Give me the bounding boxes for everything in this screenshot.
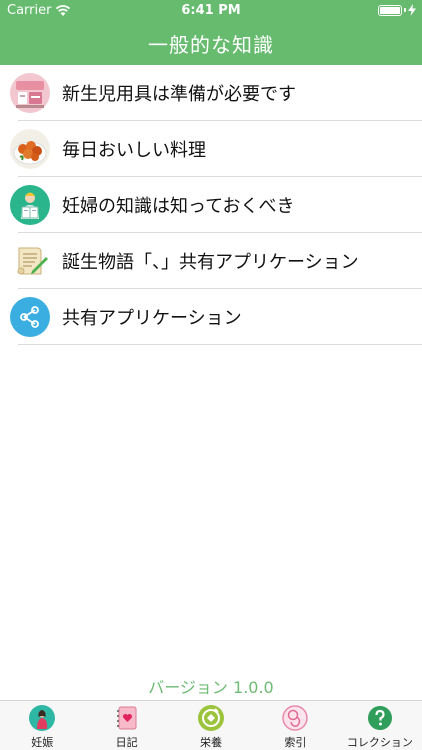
tab-label: 栄養: [200, 736, 223, 749]
tab-label: 索引: [284, 736, 307, 749]
tab-label: コレクション: [346, 736, 413, 749]
tab-label: 妊娠: [31, 736, 54, 749]
list-item-pregnancy-knowledge[interactable]: 妊婦の知識は知っておくべき: [0, 177, 422, 233]
battery-icon: [378, 4, 402, 16]
page-title: 一般的な知識: [148, 33, 274, 57]
list-item-daily-cooking[interactable]: 毎日おいしい料理: [0, 121, 422, 177]
list-item-share-app[interactable]: 共有アプリケーション: [0, 289, 422, 345]
list-item-label: 毎日おいしい料理: [62, 140, 206, 161]
nutrition-icon: [198, 705, 225, 731]
tab-bar: 妊娠 日記 栄養 索引 コレクション: [0, 700, 422, 750]
fetus-icon: [282, 705, 309, 731]
status-bar: Carrier 6:41 PM: [0, 0, 422, 22]
list-item-label: 新生児用具は準備が必要です: [62, 84, 296, 105]
paper-pen-icon: [17, 247, 48, 275]
tab-label: 日記: [115, 736, 138, 749]
navigation-header: Carrier 6:41 PM 一般的な知識: [0, 0, 422, 65]
share-icon: [10, 297, 50, 337]
tab-nutrition[interactable]: 栄養: [169, 701, 253, 750]
tab-index[interactable]: 索引: [253, 701, 337, 750]
charging-bolt-icon: [408, 4, 416, 16]
list-item-newborn-supplies[interactable]: 新生児用具は準備が必要です: [0, 65, 422, 121]
list-item-birth-story-share[interactable]: 誕生物語「、」共有アプリケーション: [0, 233, 422, 289]
list-item-label: 妊婦の知識は知っておくべき: [62, 196, 295, 217]
version-label: バージョン 1.0.0: [148, 678, 274, 697]
tab-diary[interactable]: 日記: [84, 701, 168, 750]
help-icon: [367, 706, 392, 730]
knowledge-list: 新生児用具は準備が必要です 毎日おいしい料理 妊婦の知識は知っておくべき 誕生物…: [0, 65, 422, 345]
battery-status: [378, 4, 416, 16]
food-icon: [10, 129, 50, 169]
pregnant-woman-icon: [29, 705, 56, 731]
list-item-label: 誕生物語「、」共有アプリケーション: [62, 252, 359, 273]
tab-pregnancy[interactable]: 妊娠: [0, 701, 84, 750]
baby-supplies-icon: [10, 73, 50, 113]
diary-icon: [116, 706, 137, 730]
list-item-label: 共有アプリケーション: [62, 308, 242, 329]
tab-collection[interactable]: コレクション: [338, 701, 422, 750]
status-time: 6:41 PM: [181, 3, 241, 18]
pregnant-reader-icon: [10, 185, 50, 225]
